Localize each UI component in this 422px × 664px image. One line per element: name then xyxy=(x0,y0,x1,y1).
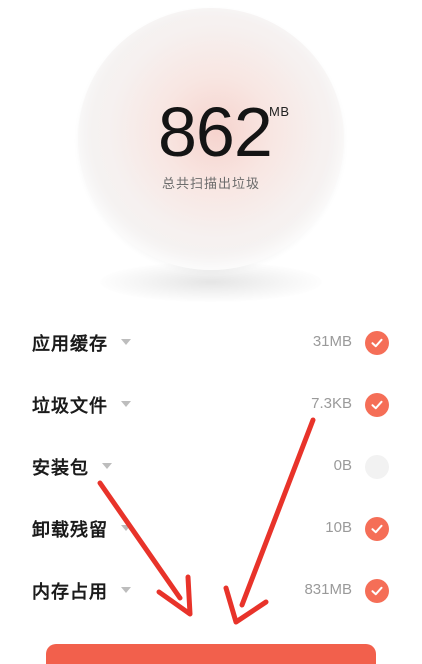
total-size-label: 总共扫描出垃圾 xyxy=(161,177,260,192)
category-size: 7.3KB xyxy=(311,395,352,412)
category-title: 卸载残留 xyxy=(32,520,108,541)
category-size: 10B xyxy=(325,519,352,536)
category-row-install-packages[interactable]: 安装包 0B xyxy=(0,442,422,492)
category-title: 安装包 xyxy=(32,458,89,479)
check-icon[interactable] xyxy=(365,517,389,541)
category-title: 内存占用 xyxy=(32,582,108,603)
chevron-down-icon[interactable] xyxy=(121,401,131,407)
total-size-value: 862 xyxy=(158,93,273,171)
chevron-down-icon[interactable] xyxy=(121,525,131,531)
category-title: 应用缓存 xyxy=(32,334,108,355)
category-size: 31MB xyxy=(312,333,352,350)
category-size: 0B xyxy=(333,457,352,474)
category-row-app-cache[interactable]: 应用缓存 31MB xyxy=(0,318,422,368)
category-row-memory-usage[interactable]: 内存占用 831MB xyxy=(0,566,422,616)
check-icon[interactable] xyxy=(365,331,389,355)
chevron-down-icon[interactable] xyxy=(121,587,131,593)
clean-button[interactable] xyxy=(46,644,376,664)
category-row-junk-files[interactable]: 垃圾文件 7.3KB xyxy=(0,380,422,430)
chevron-down-icon[interactable] xyxy=(102,463,112,469)
check-icon[interactable] xyxy=(365,393,389,417)
check-icon[interactable] xyxy=(365,579,389,603)
category-title: 垃圾文件 xyxy=(32,396,108,417)
category-row-uninstall-residue[interactable]: 卸载残留 10B xyxy=(0,504,422,554)
chevron-down-icon[interactable] xyxy=(121,339,131,345)
category-size: 831MB xyxy=(304,581,352,598)
total-size-unit: MB xyxy=(269,104,290,119)
checkbox-unchecked-icon[interactable] xyxy=(365,455,389,479)
